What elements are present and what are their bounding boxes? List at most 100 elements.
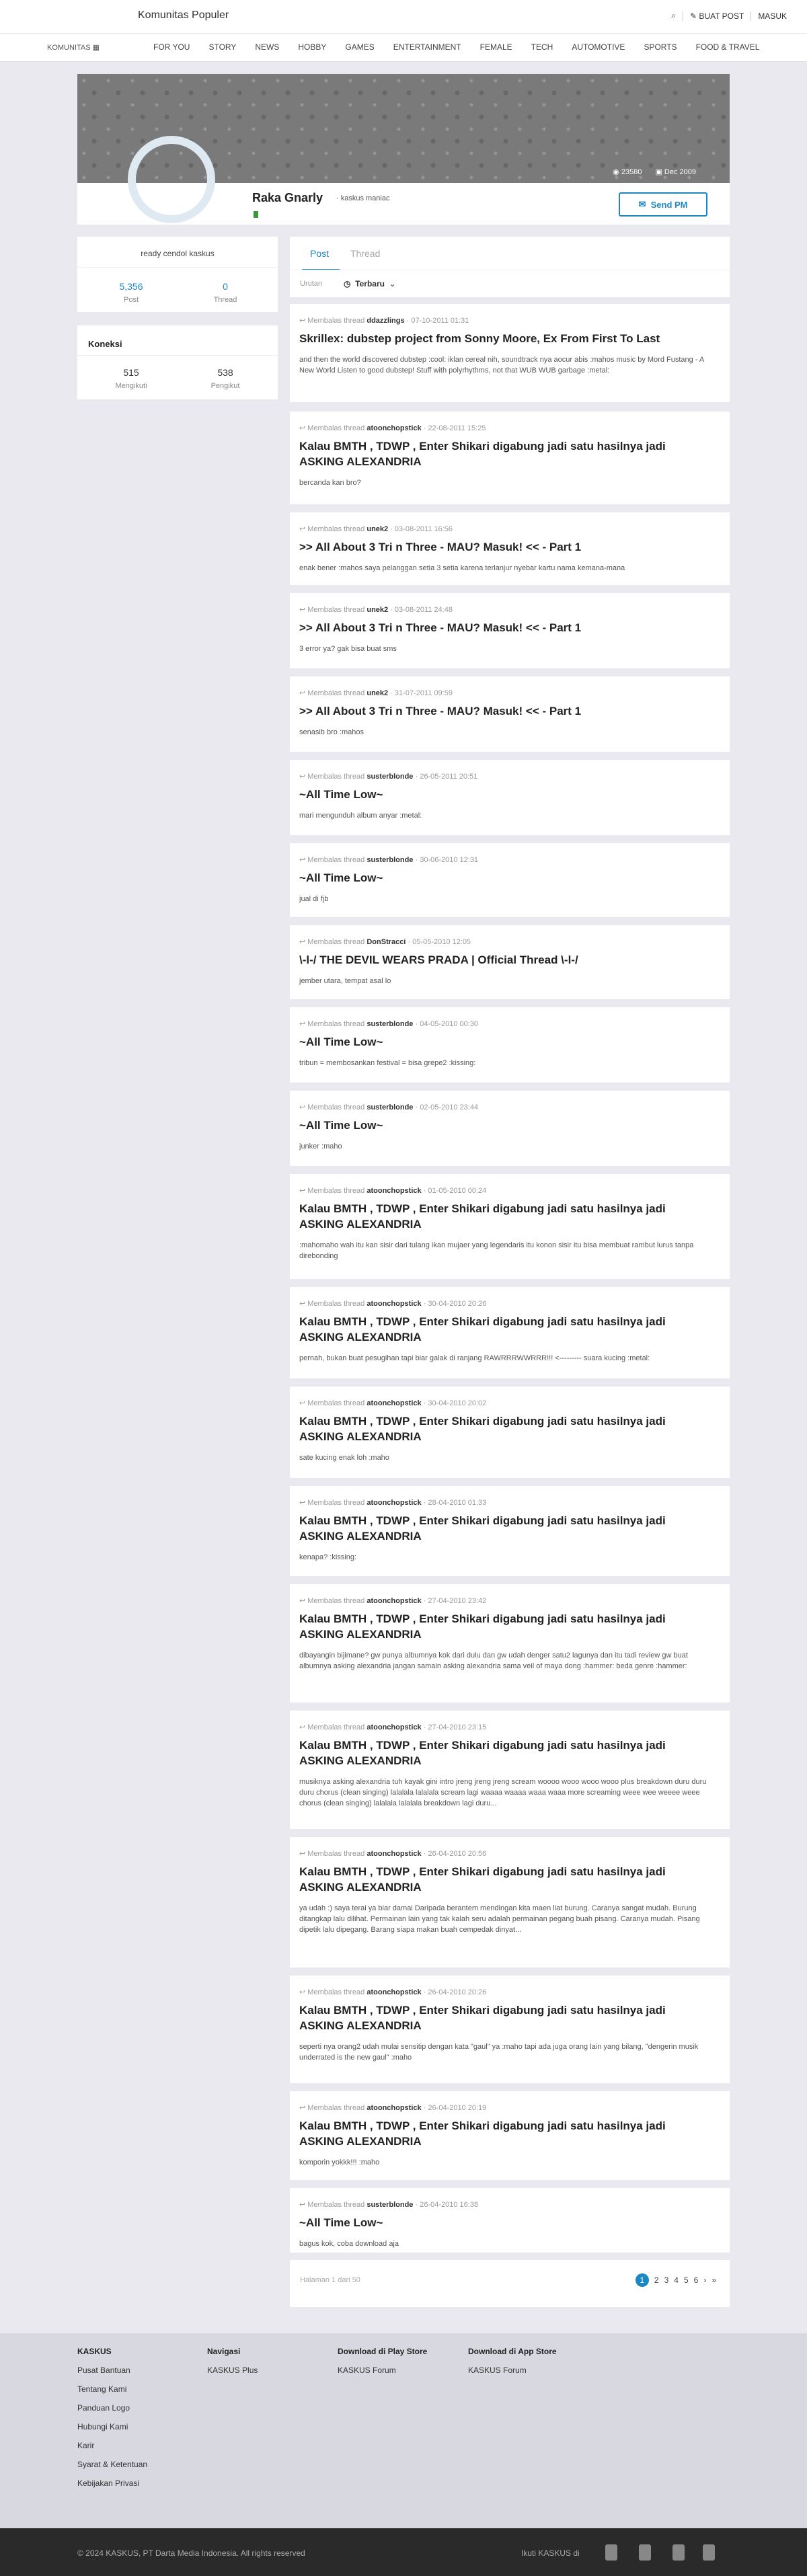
category-item[interactable]: TECH: [531, 42, 553, 52]
footer-link[interactable]: KASKUS Plus: [207, 2366, 258, 2375]
facebook-icon[interactable]: [605, 2544, 617, 2561]
page-number[interactable]: 2: [654, 2275, 659, 2285]
category-item[interactable]: GAMES: [345, 42, 374, 52]
post-title[interactable]: >> All About 3 Tri n Three - MAU? Masuk!…: [299, 703, 709, 719]
last-page-icon[interactable]: »: [712, 2275, 716, 2285]
page-number[interactable]: 5: [684, 2275, 689, 2285]
page-number[interactable]: 1: [635, 2273, 649, 2287]
footer-link[interactable]: Karir: [77, 2441, 147, 2450]
post-title[interactable]: Kalau BMTH , TDWP , Enter Shikari digabu…: [299, 1513, 709, 1544]
post-author[interactable]: atoonchopstick: [367, 2104, 421, 2112]
post-author[interactable]: atoonchopstick: [367, 1187, 421, 1195]
post-author[interactable]: susterblonde: [367, 773, 413, 781]
post-author[interactable]: unek2: [367, 525, 388, 533]
post-card[interactable]: ↩ Membalas thread atoonchopstick · 26-04…: [290, 2091, 730, 2180]
post-card[interactable]: ↩ Membalas thread susterblonde · 26-04-2…: [290, 2188, 730, 2253]
category-item[interactable]: FOOD & TRAVEL: [696, 42, 760, 52]
category-item[interactable]: FOR YOU: [153, 42, 190, 52]
post-card[interactable]: ↩ Membalas thread unek2 · 03-08-2011 24:…: [290, 593, 730, 668]
category-item[interactable]: FEMALE: [480, 42, 512, 52]
twitter-icon[interactable]: [639, 2544, 651, 2561]
category-item[interactable]: ENTERTAINMENT: [393, 42, 461, 52]
post-title[interactable]: Kalau BMTH , TDWP , Enter Shikari digabu…: [299, 1314, 709, 1345]
post-card[interactable]: ↩ Membalas thread atoonchopstick · 26-04…: [290, 1976, 730, 2083]
buat-post-button[interactable]: BUAT POST: [699, 11, 744, 21]
post-card[interactable]: ↩ Membalas thread DonStracci · 05-05-201…: [290, 925, 730, 999]
post-author[interactable]: atoonchopstick: [367, 1988, 421, 1996]
post-title[interactable]: ~All Time Low~: [299, 787, 709, 802]
send-pm-button[interactable]: ✉ Send PM: [619, 192, 707, 217]
post-card[interactable]: ↩ Membalas thread atoonchopstick · 30-04…: [290, 1387, 730, 1478]
post-card[interactable]: ↩ Membalas thread atoonchopstick · 22-08…: [290, 412, 730, 504]
post-title[interactable]: Kalau BMTH , TDWP , Enter Shikari digabu…: [299, 438, 709, 469]
site-title[interactable]: Komunitas Populer: [138, 9, 229, 22]
footer-link[interactable]: Kebijakan Privasi: [77, 2479, 147, 2488]
post-title[interactable]: >> All About 3 Tri n Three - MAU? Masuk!…: [299, 539, 709, 555]
post-card[interactable]: ↩ Membalas thread atoonchopstick · 27-04…: [290, 1711, 730, 1829]
komunitas-dropdown[interactable]: KOMUNITAS ▦: [47, 43, 100, 52]
post-author[interactable]: susterblonde: [367, 1103, 413, 1111]
footer-link[interactable]: Panduan Logo: [77, 2403, 147, 2413]
mengikuti-stat[interactable]: 515 Mengikuti: [98, 367, 165, 390]
pengikut-stat[interactable]: 538 Pengikut: [192, 367, 259, 390]
footer-link[interactable]: Tentang Kami: [77, 2384, 147, 2394]
post-stat[interactable]: 5,356 Post: [98, 281, 165, 304]
post-author[interactable]: atoonchopstick: [367, 1723, 421, 1731]
page-number[interactable]: 3: [664, 2275, 669, 2285]
post-card[interactable]: ↩ Membalas thread atoonchopstick · 28-04…: [290, 1486, 730, 1576]
post-card[interactable]: ↩ Membalas thread ddazzlings · 07-10-201…: [290, 304, 730, 402]
post-author[interactable]: ddazzlings: [367, 317, 404, 325]
post-card[interactable]: ↩ Membalas thread susterblonde · 26-05-2…: [290, 760, 730, 835]
youtube-icon[interactable]: [703, 2544, 715, 2561]
footer-link[interactable]: KASKUS Forum: [338, 2366, 427, 2375]
footer-link[interactable]: Pusat Bantuan: [77, 2366, 147, 2375]
post-card[interactable]: ↩ Membalas thread atoonchopstick · 30-04…: [290, 1287, 730, 1378]
tab-thread[interactable]: Thread: [350, 248, 380, 259]
footer-link[interactable]: Hubungi Kami: [77, 2422, 147, 2431]
post-card[interactable]: ↩ Membalas thread atoonchopstick · 27-04…: [290, 1584, 730, 1703]
post-title[interactable]: ~All Time Low~: [299, 1034, 709, 1050]
post-title[interactable]: Kalau BMTH , TDWP , Enter Shikari digabu…: [299, 1738, 709, 1768]
post-author[interactable]: susterblonde: [367, 856, 413, 864]
post-author[interactable]: susterblonde: [367, 2201, 413, 2209]
sort-dropdown[interactable]: ◷ Terbaru ⌄: [344, 279, 396, 288]
post-author[interactable]: atoonchopstick: [367, 1499, 421, 1507]
category-item[interactable]: STORY: [208, 42, 236, 52]
post-card[interactable]: ↩ Membalas thread susterblonde · 02-05-2…: [290, 1091, 730, 1166]
post-title[interactable]: Skrillex: dubstep project from Sonny Moo…: [299, 331, 709, 346]
post-title[interactable]: ~All Time Low~: [299, 1118, 709, 1133]
post-title[interactable]: Kalau BMTH , TDWP , Enter Shikari digabu…: [299, 2002, 709, 2033]
post-title[interactable]: Kalau BMTH , TDWP , Enter Shikari digabu…: [299, 1611, 709, 1642]
page-number[interactable]: 6: [694, 2275, 699, 2285]
footer-link[interactable]: Syarat & Ketentuan: [77, 2460, 147, 2469]
post-title[interactable]: Kalau BMTH , TDWP , Enter Shikari digabu…: [299, 1864, 709, 1895]
post-author[interactable]: susterblonde: [367, 1020, 413, 1028]
post-title[interactable]: ~All Time Low~: [299, 2215, 709, 2230]
post-title[interactable]: \-l-/ THE DEVIL WEARS PRADA | Official T…: [299, 952, 709, 968]
post-title[interactable]: ~All Time Low~: [299, 870, 709, 886]
category-item[interactable]: HOBBY: [298, 42, 326, 52]
category-item[interactable]: NEWS: [255, 42, 279, 52]
post-author[interactable]: unek2: [367, 689, 388, 697]
footer-link[interactable]: KASKUS Forum: [468, 2366, 557, 2375]
post-title[interactable]: Kalau BMTH , TDWP , Enter Shikari digabu…: [299, 1413, 709, 1444]
next-page-icon[interactable]: ›: [703, 2275, 706, 2285]
thread-stat[interactable]: 0 Thread: [192, 281, 259, 304]
search-icon[interactable]: ⌕: [671, 11, 676, 21]
post-card[interactable]: ↩ Membalas thread atoonchopstick · 26-04…: [290, 1837, 730, 1967]
post-card[interactable]: ↩ Membalas thread unek2 · 31-07-2011 09:…: [290, 676, 730, 752]
post-card[interactable]: ↩ Membalas thread unek2 · 03-08-2011 16:…: [290, 512, 730, 585]
post-author[interactable]: unek2: [367, 606, 388, 614]
tab-post[interactable]: Post: [310, 248, 329, 259]
category-item[interactable]: SPORTS: [644, 42, 677, 52]
page-number[interactable]: 4: [674, 2275, 679, 2285]
post-card[interactable]: ↩ Membalas thread atoonchopstick · 01-05…: [290, 1174, 730, 1279]
post-title[interactable]: Kalau BMTH , TDWP , Enter Shikari digabu…: [299, 1201, 709, 1232]
post-title[interactable]: >> All About 3 Tri n Three - MAU? Masuk!…: [299, 620, 709, 635]
avatar[interactable]: [128, 136, 215, 223]
masuk-button[interactable]: MASUK: [758, 11, 787, 21]
post-card[interactable]: ↩ Membalas thread susterblonde · 30-06-2…: [290, 843, 730, 917]
post-author[interactable]: atoonchopstick: [367, 1850, 421, 1858]
instagram-icon[interactable]: [672, 2544, 685, 2561]
post-author[interactable]: atoonchopstick: [367, 1597, 421, 1605]
